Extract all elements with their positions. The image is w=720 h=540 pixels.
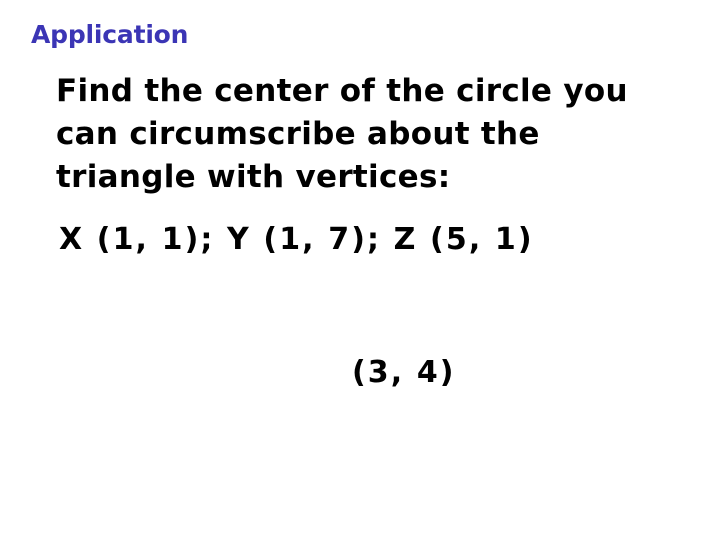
triangle-vertices-text: X (1, 1); Y (1, 7); Z (5, 1) [59, 222, 534, 257]
slide-canvas: Application Find the center of the circl… [0, 0, 720, 540]
prompt-line-2: can circumscribe about the [56, 116, 540, 152]
page-title: Application [31, 20, 189, 49]
prompt-line-3: triangle with vertices: [56, 159, 451, 195]
prompt-line-1: Find the center of the circle you [56, 73, 628, 109]
circumcenter-answer-text: (3, 4) [352, 355, 456, 390]
prompt-text-block: Find the center of the circle you can ci… [56, 70, 666, 199]
